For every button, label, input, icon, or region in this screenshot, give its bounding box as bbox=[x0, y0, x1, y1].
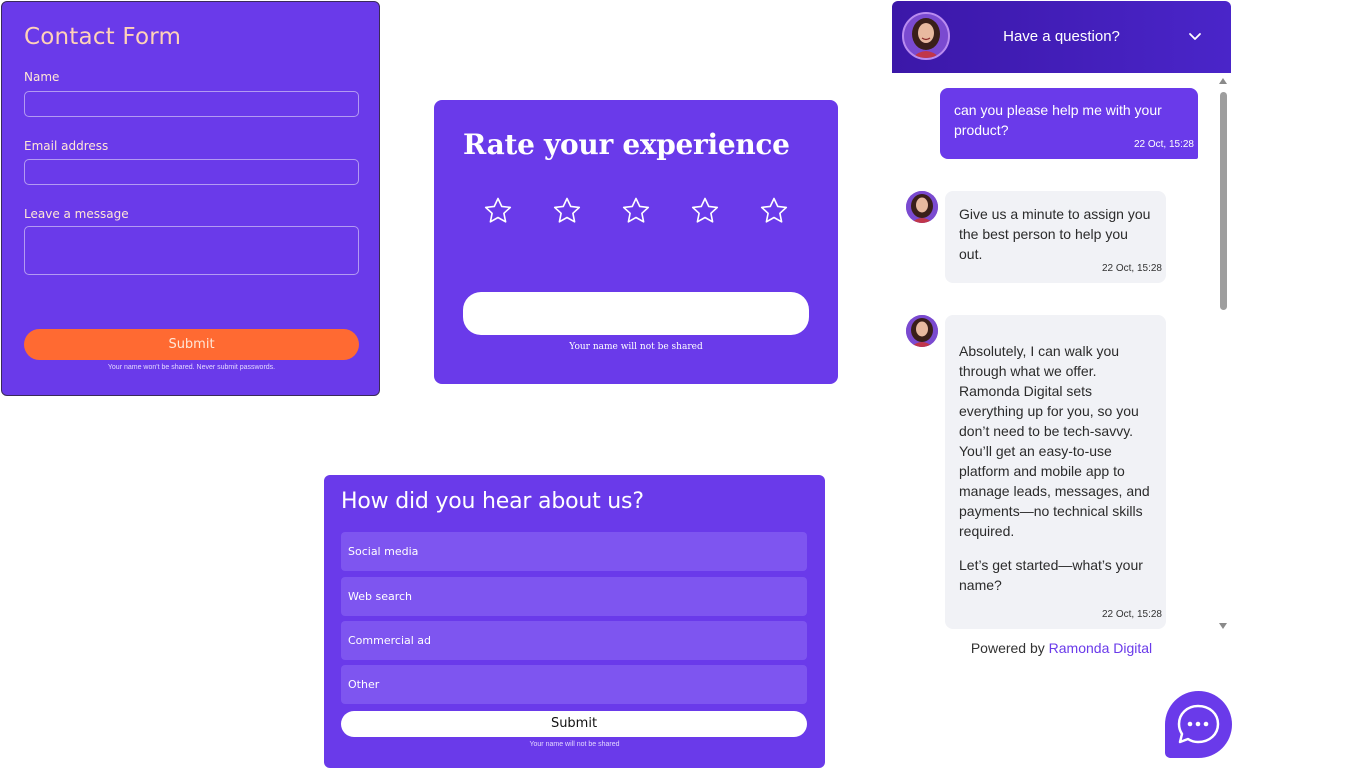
contact-form-note: Your name won't be shared. Never submit … bbox=[107, 364, 276, 371]
survey-option[interactable]: Social media bbox=[341, 532, 807, 571]
message-time: 22 Oct, 15:28 bbox=[1101, 609, 1162, 620]
message-label: Leave a message bbox=[24, 207, 129, 221]
chevron-down-icon[interactable] bbox=[1188, 29, 1202, 43]
bot-avatar bbox=[906, 191, 938, 223]
bot-avatar bbox=[906, 315, 938, 347]
scroll-down-icon[interactable] bbox=[1218, 621, 1228, 631]
chat-header-title: Have a question? bbox=[1003, 28, 1120, 45]
contact-form-title: Contact Form bbox=[24, 24, 182, 50]
rating-card: Rate your experience Your name will not … bbox=[434, 100, 838, 384]
chat-scrollbar-thumb[interactable] bbox=[1220, 92, 1227, 310]
star-outline-icon[interactable] bbox=[690, 196, 720, 226]
name-input[interactable] bbox=[24, 91, 359, 117]
star-outline-icon[interactable] bbox=[552, 196, 582, 226]
chat-message-bot: Give us a minute to assign you the best … bbox=[945, 191, 1166, 283]
survey-note: Your name will not be shared bbox=[529, 741, 620, 748]
scroll-up-icon[interactable] bbox=[1218, 76, 1228, 86]
survey-option[interactable]: Other bbox=[341, 665, 807, 704]
survey-submit-button[interactable]: Submit bbox=[341, 711, 807, 737]
chat-header[interactable]: Have a question? bbox=[892, 1, 1231, 73]
message-textarea[interactable] bbox=[24, 226, 359, 275]
survey-option[interactable]: Web search bbox=[341, 577, 807, 616]
chat-bubble-dots-icon bbox=[1177, 704, 1220, 744]
rating-title: Rate your experience bbox=[463, 128, 790, 161]
rating-note: Your name will not be shared bbox=[569, 342, 703, 352]
message-time: 22 Oct, 15:28 bbox=[1101, 263, 1162, 274]
chat-message-user: can you please help me with your product… bbox=[940, 88, 1198, 159]
message-time: 22 Oct, 15:28 bbox=[1133, 139, 1194, 150]
message-text: Give us a minute to assign you the best … bbox=[959, 206, 1151, 262]
email-label: Email address bbox=[24, 139, 109, 153]
star-outline-icon[interactable] bbox=[621, 196, 651, 226]
chat-launcher-button[interactable] bbox=[1165, 691, 1232, 758]
message-paragraph: Let’s get started—what’s your name? bbox=[959, 557, 1143, 593]
survey-title: How did you hear about us? bbox=[341, 489, 644, 514]
powered-by-prefix: Powered by bbox=[970, 640, 1045, 656]
chat-message-bot: Absolutely, I can walk you through what … bbox=[945, 315, 1166, 629]
star-outline-icon[interactable] bbox=[483, 196, 513, 226]
email-input[interactable] bbox=[24, 159, 359, 185]
powered-by: Powered by Ramonda Digital bbox=[892, 640, 1231, 656]
powered-by-brand-link[interactable]: Ramonda Digital bbox=[1049, 640, 1153, 656]
rating-comment-input[interactable] bbox=[463, 292, 809, 335]
star-outline-icon[interactable] bbox=[759, 196, 789, 226]
survey-card: How did you hear about us? Social media … bbox=[324, 475, 825, 768]
survey-option[interactable]: Commercial ad bbox=[341, 621, 807, 660]
contact-submit-button[interactable]: Submit bbox=[24, 329, 359, 360]
name-label: Name bbox=[24, 70, 60, 84]
message-paragraph: Absolutely, I can walk you through what … bbox=[959, 343, 1150, 539]
contact-form: Contact Form Name Email address Leave a … bbox=[1, 1, 380, 396]
message-text: can you please help me with your product… bbox=[954, 102, 1162, 138]
